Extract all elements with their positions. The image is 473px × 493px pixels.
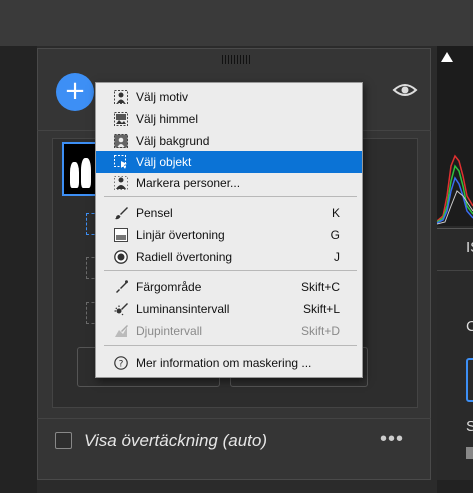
right-label-c: C (466, 318, 473, 335)
menu-item-label: Välj himmel (136, 112, 199, 126)
clipping-warning-icon[interactable] (440, 50, 454, 64)
sky-icon (114, 112, 128, 126)
radial-gradient-icon (114, 250, 128, 264)
overlay-label: Visa övertäckning (auto) (84, 431, 268, 450)
menu-item-brush[interactable]: Pensel K (96, 202, 362, 224)
drag-handle[interactable] (222, 55, 250, 64)
menu-item-linear-gradient[interactable]: Linjär övertoning G (96, 224, 362, 246)
color-range-icon (114, 280, 128, 294)
menu-item-shortcut: Skift+D (300, 324, 340, 338)
brush-icon (114, 206, 128, 220)
overlay-checkbox[interactable] (55, 432, 72, 449)
menu-item-label: Pensel (136, 206, 173, 220)
menu-item-shortcut: Skift+C (300, 280, 340, 294)
divider (437, 228, 473, 229)
menu-item-shortcut: Skift+L (302, 302, 340, 316)
subject-icon (114, 90, 128, 104)
add-mask-button[interactable]: + (56, 73, 94, 111)
menu-item-select-object[interactable]: Välj objekt (96, 151, 362, 173)
right-label-s: S (466, 418, 473, 435)
menu-item-radial-gradient[interactable]: Radiell övertoning J (96, 246, 362, 268)
menu-item-shortcut: G (330, 228, 340, 242)
background-icon (114, 134, 128, 148)
top-bar (0, 0, 473, 46)
menu-item-label: Välj bakgrund (136, 134, 210, 148)
object-icon (114, 155, 128, 169)
menu-divider (104, 196, 357, 197)
menu-item-select-subject[interactable]: Välj motiv (96, 86, 362, 108)
menu-item-label: Färgområde (136, 280, 202, 294)
eye-icon[interactable] (392, 80, 418, 100)
menu-item-luminance-range[interactable]: Luminansintervall Skift+L (96, 298, 362, 320)
mask-figure (70, 162, 79, 188)
menu-item-label: Välj objekt (136, 155, 192, 169)
more-options-icon[interactable]: ••• (380, 428, 404, 451)
divider (437, 270, 473, 271)
menu-item-label: Radiell övertoning (136, 250, 233, 264)
left-strip (0, 46, 37, 493)
mask-figure (81, 158, 91, 188)
svg-text:?: ? (119, 360, 124, 370)
menu-item-label: Välj motiv (136, 90, 189, 104)
menu-divider (104, 270, 357, 271)
menu-item-select-sky[interactable]: Välj himmel (96, 108, 362, 130)
menu-item-color-range[interactable]: Färgområde Skift+C (96, 276, 362, 298)
menu-item-label: Markera personer... (136, 176, 241, 190)
menu-item-select-people[interactable]: Markera personer... (96, 172, 362, 194)
right-selected-box[interactable] (466, 358, 473, 402)
right-small-icon (466, 447, 473, 459)
linear-gradient-icon (114, 228, 128, 242)
menu-item-label: Mer information om maskering ... (136, 356, 312, 370)
menu-item-label: Linjär övertoning (136, 228, 225, 242)
menu-item-label: Luminansintervall (136, 302, 230, 316)
help-icon: ? (114, 356, 128, 370)
menu-item-shortcut: J (334, 250, 340, 264)
mask-thumbnail[interactable] (62, 142, 98, 196)
menu-item-depth-range[interactable]: Djupintervall Skift+D (96, 320, 362, 342)
menu-item-label: Djupintervall (136, 324, 203, 338)
histogram (436, 46, 473, 226)
menu-item-shortcut: K (331, 206, 340, 220)
divider (37, 418, 431, 419)
menu-item-more-info[interactable]: ? Mer information om maskering ... (96, 352, 362, 374)
right-bottom-strip (437, 480, 473, 493)
menu-divider (104, 345, 357, 346)
iso-label: IS (466, 239, 473, 256)
menu-item-select-background[interactable]: Välj bakgrund (96, 130, 362, 152)
people-icon (114, 176, 128, 190)
luminance-range-icon (114, 302, 128, 316)
depth-range-icon (114, 324, 128, 338)
